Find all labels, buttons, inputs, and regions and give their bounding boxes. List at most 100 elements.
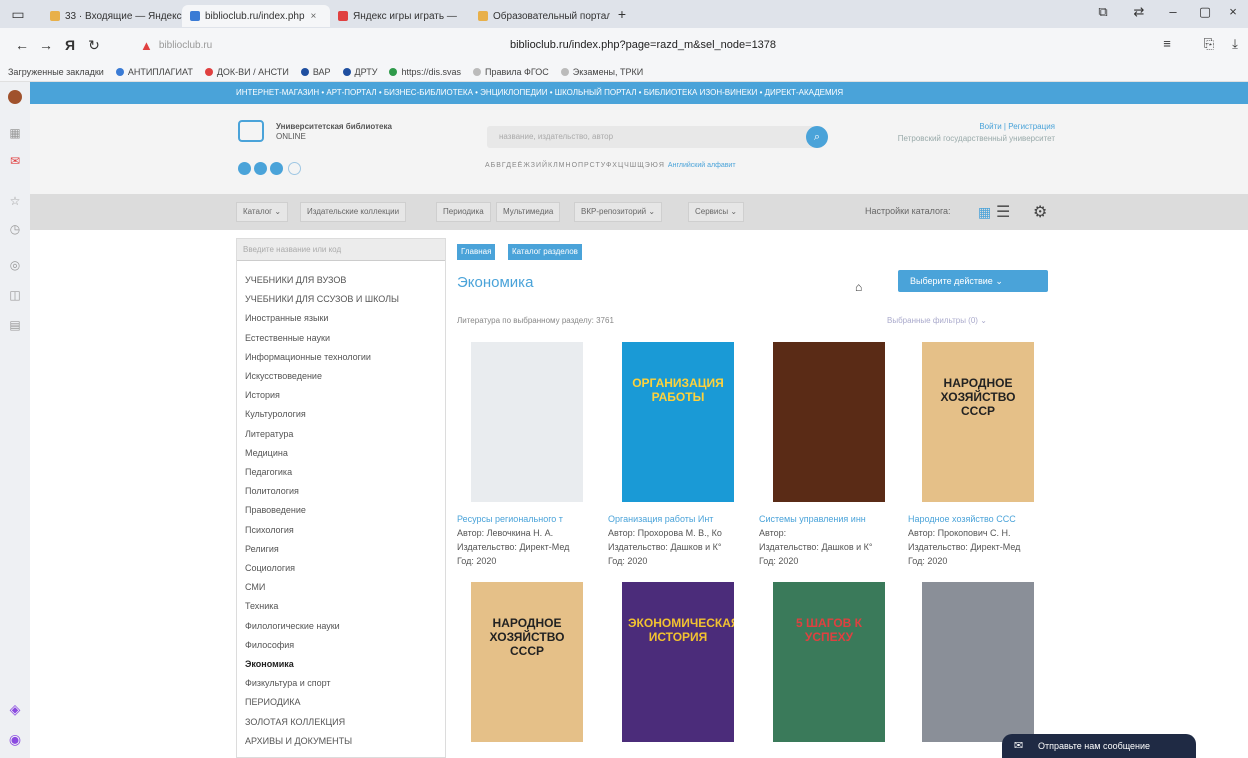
tab-yandex-games[interactable]: Яндекс игры играть — [330, 5, 470, 27]
notes-icon[interactable]: ▤ [8, 318, 22, 332]
list-view-icon[interactable]: ☰ [996, 202, 1010, 222]
mail-icon[interactable]: ✉ [8, 154, 22, 168]
bookmark-item[interactable]: ВАР [300, 67, 331, 77]
book-title-link[interactable]: Ресурсы регионального т [457, 514, 603, 524]
category-item[interactable]: Правоведение [245, 505, 306, 515]
profile-icon[interactable]: ⇄ [1126, 4, 1152, 20]
tab-mail[interactable]: 33 · Входящие — Яндекс [42, 5, 182, 27]
book-title-link[interactable]: Системы управления инн [759, 514, 905, 524]
tab-edu-portal[interactable]: Образовательный портал [470, 5, 610, 27]
menu-catalog[interactable]: Каталог ⌄ [236, 202, 289, 222]
choose-action-button[interactable]: Выберите действие ⌄ [898, 270, 1048, 292]
menu-periodicals[interactable]: Периодика [436, 202, 491, 222]
tab-biblioclub[interactable]: biblioclub.ru/index.php × [182, 5, 330, 27]
login-link[interactable]: Войти | Регистрация [900, 122, 1055, 131]
category-item[interactable]: История [245, 390, 280, 400]
telegram-icon[interactable] [254, 162, 267, 175]
message-icon[interactable]: ◫ [8, 288, 22, 302]
grid-view-icon[interactable]: ▦ [978, 204, 991, 221]
bookmark-item[interactable]: Загруженные закладки [8, 67, 104, 77]
category-item[interactable]: Литература [245, 429, 293, 439]
ok-icon[interactable] [270, 162, 283, 175]
eye-icon[interactable] [288, 162, 301, 175]
assistant-icon[interactable]: ◉ [8, 732, 22, 746]
book-cover[interactable]: НАРОДНОЕ ХОЗЯЙСТВО СССР [922, 342, 1034, 502]
book-cover[interactable]: 5 ШАГОВ К УСПЕХУ [773, 582, 885, 742]
category-item[interactable]: Психология [245, 525, 294, 535]
category-item[interactable]: Информационные технологии [245, 352, 371, 362]
book-title-link[interactable]: Организация работы Инт [608, 514, 754, 524]
avatar[interactable] [8, 90, 22, 104]
book-cover[interactable]: ОРГАНИЗАЦИЯ РАБОТЫ [622, 342, 734, 502]
selected-filters-link[interactable]: Выбранные фильтры (0) ⌄ [887, 316, 987, 325]
forward-icon[interactable]: → [34, 37, 58, 53]
back-icon[interactable]: ← [10, 37, 34, 53]
download-icon[interactable]: ⤓ [1222, 36, 1248, 52]
search-input[interactable]: название, издательство, автор [487, 126, 823, 148]
menu-multimedia[interactable]: Мультимедиа [496, 202, 561, 222]
vk-icon[interactable] [238, 162, 251, 175]
minimize-icon[interactable]: – [1160, 4, 1186, 19]
category-item[interactable]: Религия [245, 544, 279, 554]
extensions-icon[interactable]: ⧉ [1090, 4, 1116, 20]
category-item[interactable]: СМИ [245, 582, 265, 592]
close-window-icon[interactable]: × [1220, 4, 1246, 19]
bookmark-item[interactable]: ДОК-ВИ / АНСТИ [204, 67, 289, 77]
alphabet-index[interactable]: АБВГДЕЁЖЗИЙКЛМНОПРСТУФХЦЧШЩЭЮЯ Английский… [485, 162, 736, 169]
book-title-link[interactable]: Народное хозяйство ССС [908, 514, 1054, 524]
url-field[interactable]: ▲ biblioclub.ru biblioclub.ru/index.php?… [140, 34, 1140, 56]
reload-icon[interactable]: ↻ [82, 37, 106, 54]
chat-widget-button[interactable]: ✉ Отправьте нам сообщение [1002, 734, 1196, 758]
search-icon[interactable]: ⌕ [806, 126, 828, 148]
category-item[interactable]: Социология [245, 563, 295, 573]
new-tab-icon[interactable]: + [610, 6, 634, 22]
gear-icon[interactable]: ⚙ [1033, 202, 1047, 222]
category-item[interactable]: Медицина [245, 448, 288, 458]
category-item[interactable]: УЧЕБНИКИ ДЛЯ ССУЗОВ И ШКОЛЫ [245, 294, 399, 304]
breadcrumb-home[interactable]: Главная [457, 244, 496, 260]
menu-publisher-collections[interactable]: Издательские коллекции [300, 202, 407, 222]
category-item[interactable]: Филологические науки [245, 621, 340, 631]
book-cover[interactable] [922, 582, 1034, 742]
category-search-input[interactable]: Введите название или код [237, 239, 445, 261]
library-logo-icon[interactable] [238, 120, 264, 142]
bookmark-item[interactable]: ДРТУ [342, 67, 377, 77]
home-icon[interactable]: ⌂ [855, 280, 862, 294]
grid-icon[interactable]: ▦ [8, 126, 22, 140]
book-cover[interactable]: НАРОДНОЕ ХОЗЯЙСТВО СССР [471, 582, 583, 742]
category-item[interactable]: ПЕРИОДИКА [245, 697, 301, 707]
category-item[interactable]: Политология [245, 486, 299, 496]
category-item[interactable]: Техника [245, 601, 278, 611]
bookmark-item[interactable]: АНТИПЛАГИАТ [115, 67, 193, 77]
category-item[interactable]: Философия [245, 640, 294, 650]
category-item[interactable]: Физкультура и спорт [245, 678, 331, 688]
category-item[interactable]: Иностранные языки [245, 313, 328, 323]
bookmark-item[interactable]: Правила ФГОС [472, 67, 549, 77]
clock-icon[interactable]: ◷ [8, 222, 22, 236]
book-cover[interactable]: ЭКОНОМИЧЕСКАЯ ИСТОРИЯ [622, 582, 734, 742]
menu-vkr[interactable]: ВКР-репозиторий ⌄ [574, 202, 663, 222]
alice-icon[interactable]: ◈ [8, 702, 22, 716]
category-item[interactable]: Педагогика [245, 467, 292, 477]
star-icon[interactable]: ☆ [8, 194, 22, 208]
bookmark-icon[interactable]: ⎘ [1196, 36, 1222, 52]
restore-icon[interactable]: ▢ [1192, 4, 1218, 20]
category-item[interactable]: УЧЕБНИКИ ДЛЯ ВУЗОВ [245, 275, 346, 285]
breadcrumb-catalog[interactable]: Каталог разделов [508, 244, 582, 260]
book-cover[interactable] [471, 342, 583, 502]
category-item[interactable]: Естественные науки [245, 333, 330, 343]
category-item[interactable]: АРХИВЫ И ДОКУМЕНТЫ [245, 736, 352, 746]
category-item[interactable]: Культурология [245, 409, 306, 419]
bookmark-item[interactable]: https://dis.svas [389, 67, 461, 77]
reader-icon[interactable]: ≡ [1154, 36, 1180, 51]
menu-services[interactable]: Сервисы ⌄ [688, 202, 745, 222]
bookmark-item[interactable]: Экзамены, ТРКИ [560, 67, 643, 77]
sidebar-toggle-icon[interactable]: ▭ [6, 6, 30, 23]
yandex-home-icon[interactable]: Я [58, 37, 82, 53]
close-tab-icon[interactable]: × [311, 11, 317, 22]
gamepad-icon[interactable]: ◎ [8, 258, 22, 272]
english-alphabet-link[interactable]: Английский алфавит [668, 162, 736, 169]
top-links-strip[interactable]: ИНТЕРНЕТ-МАГАЗИН • АРТ-ПОРТАЛ • БИЗНЕС-Б… [30, 82, 1248, 104]
category-item[interactable]: Искусствоведение [245, 371, 322, 381]
book-cover[interactable] [773, 342, 885, 502]
